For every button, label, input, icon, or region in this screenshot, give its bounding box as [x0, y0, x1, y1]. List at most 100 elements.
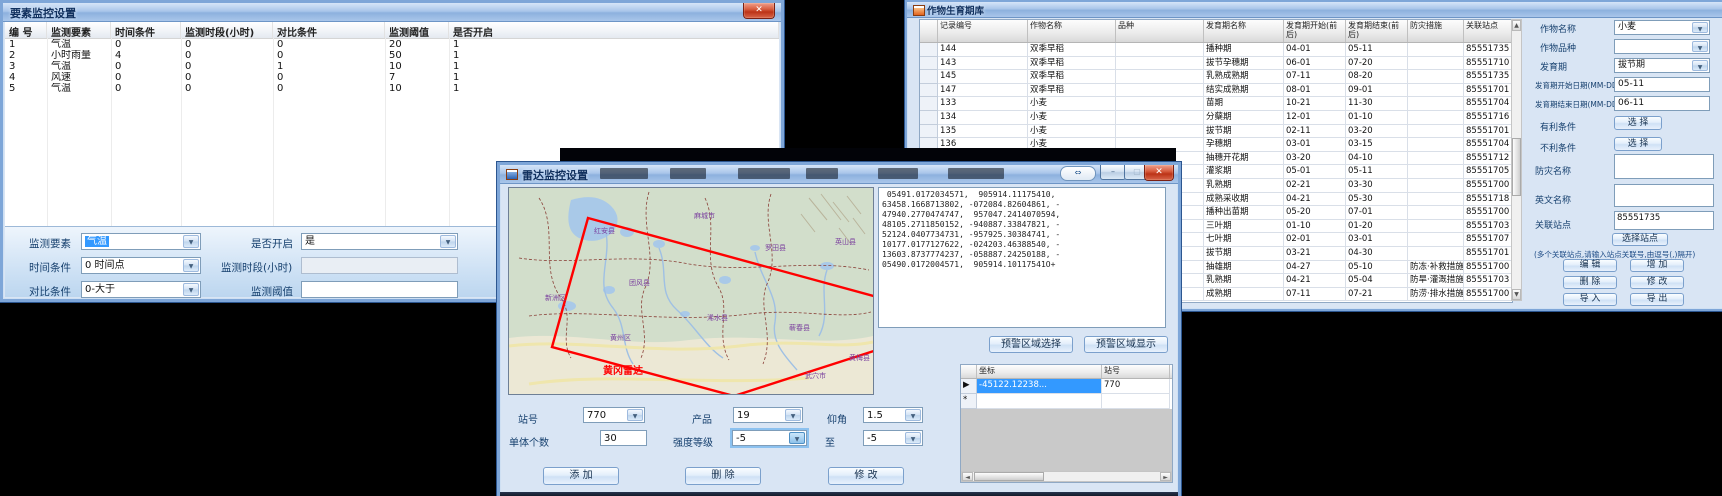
column-header[interactable]: 是否开启 [449, 22, 779, 38]
chevron-down-icon[interactable]: ▼ [785, 409, 801, 421]
crop-name-combo[interactable]: 小麦 ▼ [1614, 20, 1710, 35]
column-header[interactable]: 对比条件 [273, 22, 385, 38]
element-window-titlebar[interactable]: 要素监控设置 ✕ [3, 3, 781, 22]
period-input[interactable] [301, 257, 458, 274]
column-header[interactable]: 站号 [1102, 365, 1170, 378]
intensity-label: 强度等级 [673, 434, 713, 449]
modify-region-button[interactable]: 修 改 [828, 467, 904, 485]
column-header[interactable]: 发育期开始(前后) [1284, 20, 1346, 42]
cell [1408, 206, 1464, 220]
region-coordinates-box[interactable]: 05491.0172034571, 905914.11175410, 63458… [878, 187, 1166, 328]
grid-row[interactable]: 145双季早稻乳熟成熟期07-1108-2085551735 [920, 70, 1512, 84]
scroll-left-icon[interactable]: ◄ [962, 472, 973, 481]
import-button[interactable]: 导 入 [1563, 293, 1617, 306]
name-en-input[interactable] [1614, 184, 1714, 207]
grid-row[interactable]: * [961, 394, 1172, 409]
close-icon[interactable]: ✕ [743, 3, 775, 19]
element-combo[interactable]: 气温 ▼ [81, 233, 201, 250]
column-header[interactable]: 编 号 [5, 22, 47, 38]
grid-row[interactable]: 144双季早稻播种期04-0105-1185551735 [920, 43, 1512, 57]
scroll-down-icon[interactable]: ▼ [1512, 289, 1521, 300]
delete-region-button[interactable]: 删 除 [685, 467, 761, 485]
column-header[interactable]: 发育期名称 [1204, 20, 1284, 42]
station-combo[interactable]: 770 ▼ [583, 407, 645, 423]
grid-row[interactable]: 135小麦拔节期02-1103-2085551701 [920, 125, 1512, 139]
pick-stations-button[interactable]: 选择站点 [1612, 233, 1668, 246]
scrollbar-thumb[interactable] [974, 472, 1044, 481]
export-button[interactable]: 导 出 [1630, 293, 1684, 306]
table-row[interactable]: 4风速00071 [5, 72, 779, 83]
threshold-input[interactable] [301, 281, 458, 298]
enabled-combo[interactable]: 是 ▼ [301, 233, 458, 250]
variety-combo[interactable]: ▼ [1614, 39, 1710, 54]
column-header[interactable] [961, 365, 977, 378]
chevron-down-icon[interactable]: ▼ [905, 409, 921, 421]
table-row[interactable]: 3气温001101 [5, 61, 779, 72]
modify-record-button[interactable]: 修 改 [1630, 276, 1684, 289]
stations-input[interactable]: 85551735 [1614, 211, 1714, 230]
column-header[interactable]: 记录编号 [938, 20, 1028, 42]
crop-grid-vscrollbar[interactable]: ▲ ▼ [1511, 19, 1522, 301]
delete-record-button[interactable]: 删 除 [1563, 276, 1617, 289]
measures-input[interactable] [1614, 154, 1714, 179]
chevron-down-icon[interactable]: ▼ [183, 235, 199, 248]
column-header[interactable]: 防灾措施 [1408, 20, 1464, 42]
column-header[interactable] [920, 20, 938, 42]
intensity-combo[interactable]: -5 ▼ [732, 430, 807, 446]
resize-pill-icon[interactable]: ⇔ [1060, 166, 1096, 181]
map-panel[interactable]: 红安县麻城市罗田县英山县团风县浠水县蕲春县武穴市黄梅县新洲区黄州区 黄冈雷达 [508, 187, 874, 395]
cell: -45122.12238... [977, 379, 1102, 394]
elevation-combo[interactable]: 1.5 ▼ [863, 407, 923, 423]
chevron-down-icon[interactable]: ▼ [627, 409, 643, 421]
grid-row[interactable]: 133小麦苗期10-2111-3085551704 [920, 97, 1512, 111]
radar-window-titlebar[interactable]: 雷达监控设置 ⇔ – ▢ ✕ [500, 165, 1178, 184]
time-cond-combo[interactable]: 0 时间点 ▼ [81, 257, 201, 274]
chevron-down-icon[interactable]: ▼ [789, 432, 805, 444]
stage-combo[interactable]: 拔节期 ▼ [1614, 58, 1710, 73]
edit-button[interactable]: 编 辑 [1563, 259, 1617, 272]
cell: 50 [385, 50, 449, 61]
cell-count-input[interactable]: 30 [600, 430, 647, 446]
grid-row[interactable]: ▶-45122.12238...770 [961, 379, 1172, 394]
region-grid-hscrollbar[interactable]: ◄ ► [961, 471, 1172, 482]
table-row[interactable]: 1气温000201 [5, 39, 779, 50]
table-row[interactable]: 2小时雨量400501 [5, 50, 779, 61]
grid-row[interactable]: 143双季早稻拔节孕穗期06-0107-2085551710 [920, 57, 1512, 71]
chevron-down-icon[interactable]: ▼ [905, 432, 921, 444]
favorable-choose-button[interactable]: 选 择 [1614, 116, 1662, 130]
product-combo[interactable]: 19 ▼ [733, 407, 803, 423]
end-date-input[interactable]: 06-11 [1614, 96, 1710, 111]
chevron-down-icon[interactable]: ▼ [1692, 60, 1708, 71]
warning-region-show-button[interactable]: 预警区域显示 [1084, 336, 1168, 353]
add-record-button[interactable]: 增 加 [1630, 259, 1684, 272]
warning-region-select-button[interactable]: 预警区域选择 [989, 336, 1073, 353]
chevron-down-icon[interactable]: ▼ [183, 259, 199, 272]
scroll-up-icon[interactable]: ▲ [1512, 20, 1521, 31]
chevron-down-icon[interactable]: ▼ [1692, 41, 1708, 52]
column-header[interactable]: 坐标 [977, 365, 1102, 378]
column-header[interactable]: 时间条件 [111, 22, 181, 38]
column-header[interactable]: 关联站点 [1464, 20, 1513, 42]
column-header[interactable]: 监测时段(小时) [181, 22, 273, 38]
column-header[interactable]: 品种 [1116, 20, 1204, 42]
intensity-to-combo[interactable]: -5 ▼ [863, 430, 923, 446]
chevron-down-icon[interactable]: ▼ [440, 235, 456, 248]
close-icon[interactable]: ✕ [1144, 165, 1174, 181]
column-header[interactable]: 监测阈值 [385, 22, 449, 38]
column-header[interactable]: 作物名称 [1028, 20, 1116, 42]
scrollbar-thumb[interactable] [1512, 138, 1521, 196]
grid-row[interactable]: 147双季早稻结实成熟期08-0109-0185551701 [920, 84, 1512, 98]
add-region-button[interactable]: 添 加 [543, 467, 619, 485]
adverse-choose-button[interactable]: 选 择 [1614, 137, 1662, 151]
chevron-down-icon[interactable]: ▼ [183, 283, 199, 296]
table-row[interactable]: 5气温000101 [5, 83, 779, 94]
start-date-input[interactable]: 05-11 [1614, 77, 1710, 92]
minimize-icon[interactable]: – [1100, 165, 1126, 180]
chevron-down-icon[interactable]: ▼ [1692, 22, 1708, 33]
column-header[interactable]: 发育期结束(前后) [1346, 20, 1408, 42]
grid-row[interactable]: 134小麦分蘖期12-0101-1085551716 [920, 111, 1512, 125]
scroll-right-icon[interactable]: ► [1160, 472, 1171, 481]
cell: 01-10 [1284, 220, 1346, 234]
compare-combo[interactable]: 0-大于 ▼ [81, 281, 201, 298]
column-header[interactable]: 监测要素 [47, 22, 111, 38]
